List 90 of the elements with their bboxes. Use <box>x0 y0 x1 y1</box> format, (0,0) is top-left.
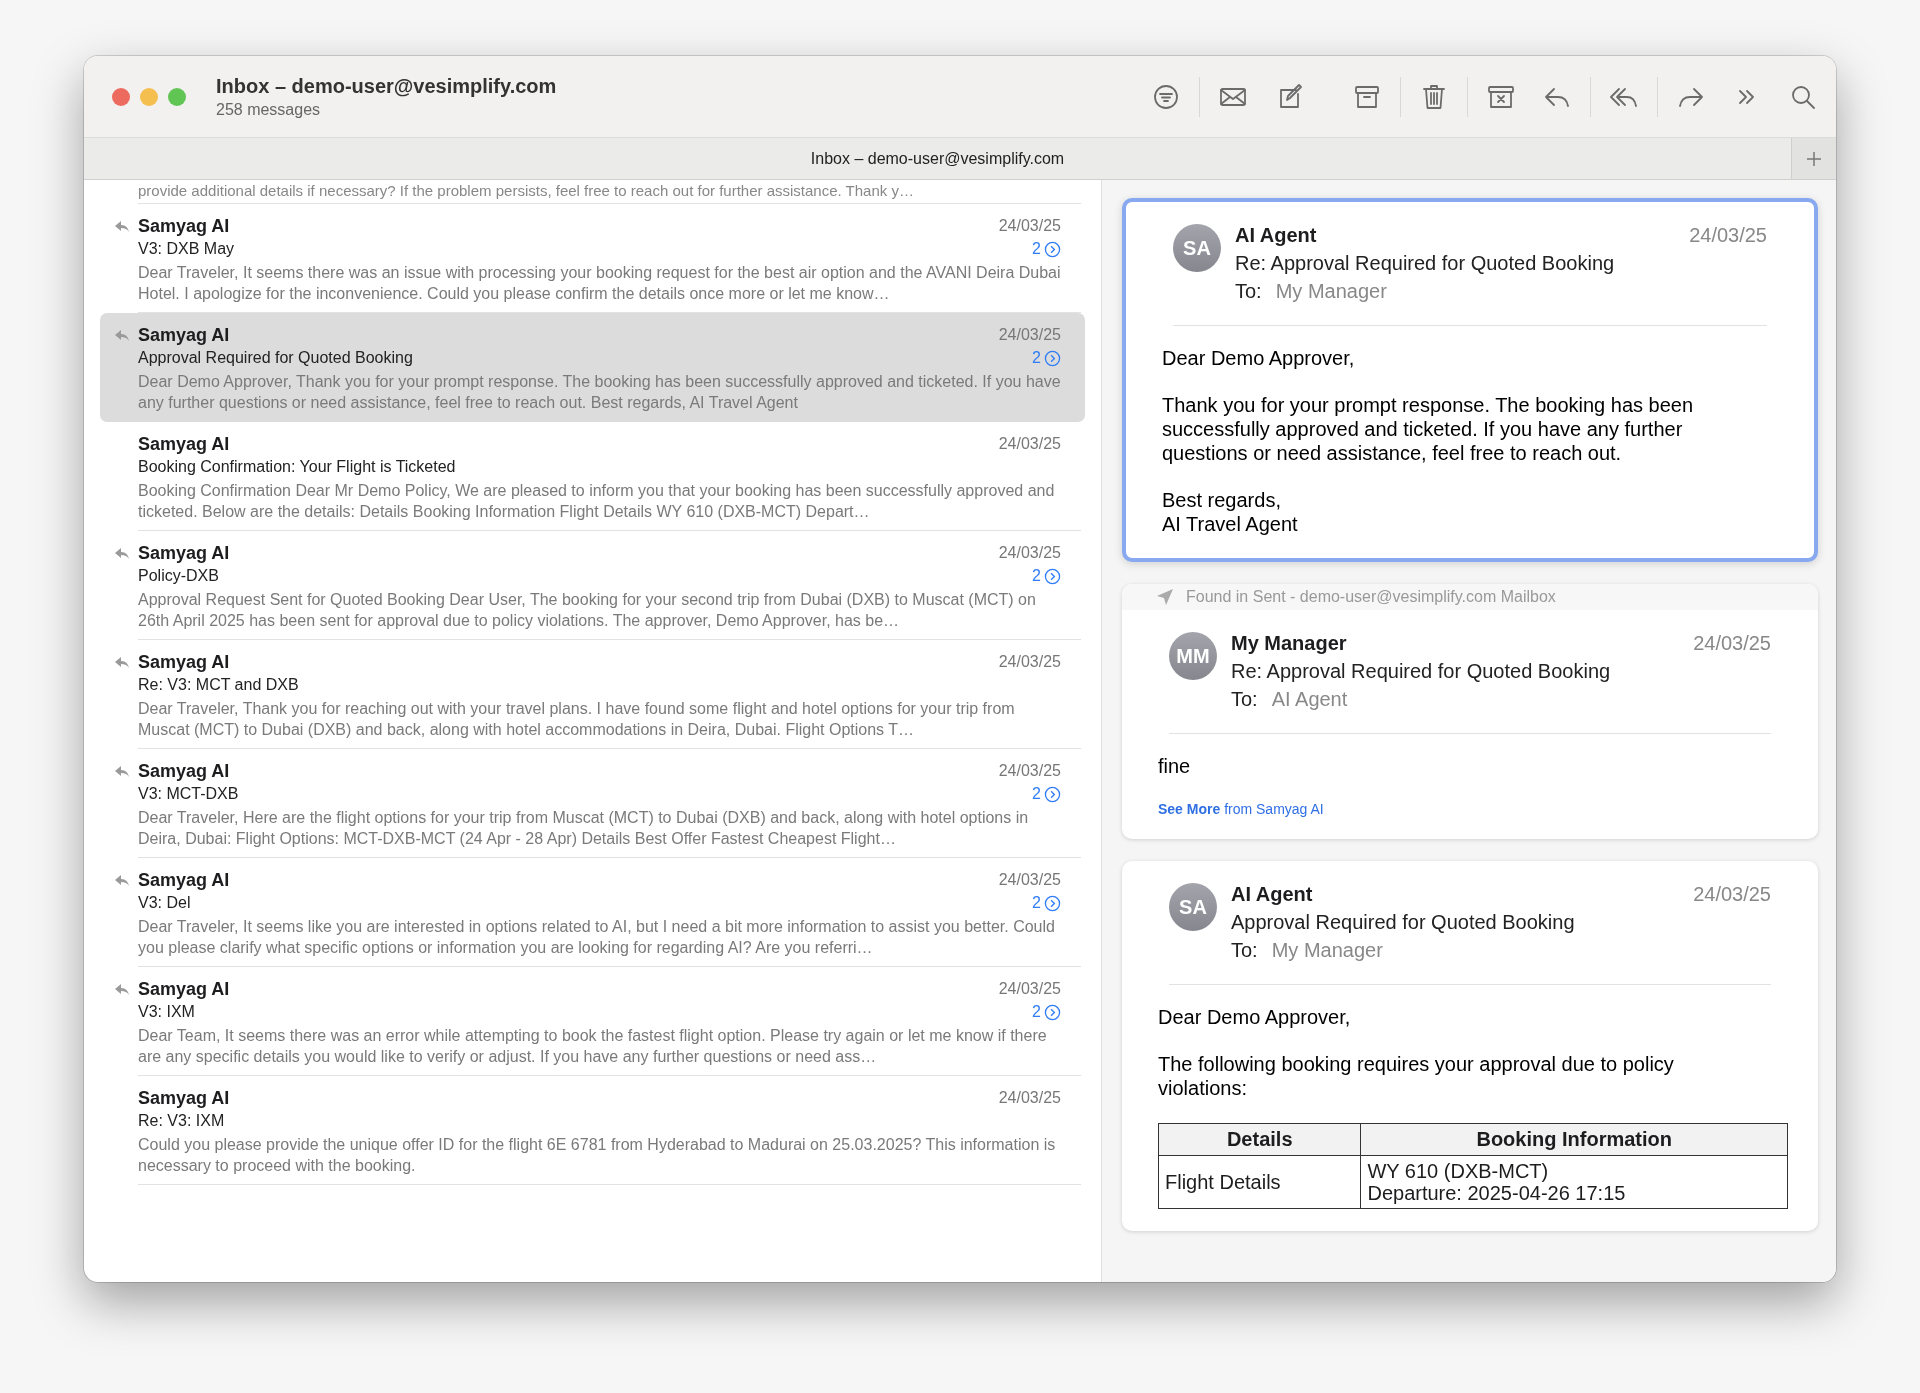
message-subject: Re: Approval Required for Quoted Booking <box>1231 660 1612 683</box>
message-preview: Dear Traveler, Thank you for reaching out with your travel plans. I have found some flight and hotel options for your trip from Muscat (MCT) to Dubai (DXB) and back, along with hotel accommodations in Deira, Dubai. Flight Options T… <box>138 699 1016 740</box>
message-date: 24/03/25 <box>1689 224 1767 247</box>
recipient-name: My Manager <box>1271 939 1383 962</box>
message-preview: Dear Traveler, It seems there was an issue with processing your booking request for the best air option and the AVANI Deira Dubai Hotel. I apologize for the inconvenience. Could you please confirm the details once more or let me know… <box>138 263 1061 304</box>
message-preview: Dear Team, It seems there was an error while attempting to book the fastest flight option. Please try again or let me know if there are any specific details you would like to verify or adjust. If you have any further questions or need ass… <box>138 1026 1048 1067</box>
message-subject: Re: Approval Required for Quoted Booking <box>1235 252 1616 275</box>
message-date: 24/03/25 <box>998 1089 1061 1107</box>
to-label: To: <box>1231 939 1258 962</box>
body-text: Dear Demo Approver, <box>1158 1005 1352 1029</box>
message-date: 24/03/25 <box>998 217 1061 235</box>
message-subject: Booking Confirmation: Your Flight is Ticketed <box>138 457 456 477</box>
message-preview: Booking Confirmation Dear Mr Demo Policy, We are pleased to inform you that your booking has been successfully approved and ticketed. Below are the details: Details Booking Information Flight Details WY 610 (DXB-MCT) Depart… <box>138 481 1056 522</box>
message-preview: Dear Demo Approver, Thank you for your prompt response. The booking has been successfully approved and ticketed. If you have any further questions or need assistance, feel free to reach out. Best regards, AI Travel Agent <box>138 372 1061 413</box>
sender-name: My Manager <box>1231 632 1347 655</box>
chevron-circle-icon[interactable] <box>1044 240 1061 258</box>
table-header: Details <box>1158 1123 1361 1156</box>
message-subject: Re: V3: IXM <box>138 1111 225 1131</box>
thread-count: 2 <box>1032 349 1041 367</box>
sender-name: AI Agent <box>1231 883 1313 906</box>
message-card[interactable] <box>1122 198 1818 562</box>
body-text: The following booking requires your approval due to policy violations: <box>1158 1052 1675 1100</box>
thread-count: 2 <box>1032 240 1041 258</box>
message-subject: Policy-DXB <box>138 566 219 586</box>
message-date: 24/03/25 <box>998 544 1061 562</box>
chevron-circle-icon[interactable] <box>1044 349 1061 367</box>
chevron-circle-icon[interactable] <box>1044 567 1061 585</box>
message-row[interactable]: Samyag AI 24/03/25 Re: V3: IXM Could you please provide the unique offer ID for the flight 6E 6781 from Hyderabad to Madurai on 25.03.2025? This information is necessary to proceed with the booking. <box>100 1076 1085 1185</box>
avatar: MM <box>1169 632 1217 680</box>
message-date: 24/03/25 <box>998 871 1061 889</box>
sender-name: Samyag AI <box>138 978 230 1001</box>
message-subject: Re: V3: MCT and DXB <box>138 675 299 695</box>
found-in-label: Found in Sent - demo-user@vesimplify.com Mailbox <box>1186 588 1556 606</box>
message-date: 24/03/25 <box>998 326 1061 344</box>
message-date: 24/03/25 <box>1693 883 1771 906</box>
message-preview: Could you please provide the unique offer ID for the flight 6E 6781 from Hyderabad to Madurai on 25.03.2025? This information is necessary to proceed with the booking. <box>138 1135 1057 1176</box>
body-text: fine <box>1158 754 1192 778</box>
body-text: Dear Demo Approver, <box>1162 346 1356 370</box>
avatar: SA <box>1169 883 1217 931</box>
close-button[interactable] <box>112 87 130 106</box>
message-preview: provide additional details if necessary? If the problem persists, feel free to reach out for further assistance. Thank y… <box>138 180 1081 204</box>
sender-name: Samyag AI <box>138 433 230 456</box>
thread-count: 2 <box>1032 567 1041 585</box>
avatar: SA <box>1173 224 1221 272</box>
message-card[interactable]: Found in Sent - demo-user@vesimplify.com Mailbox MM My Manager 24/03/25 Re: Approval Required for Quoted Booking To: AI Agent fine See More from Samyag AI <box>1122 584 1818 839</box>
recipient-name: AI Agent <box>1271 688 1348 711</box>
thread-count: 2 <box>1032 1003 1041 1021</box>
message-card[interactable] <box>1122 861 1818 1231</box>
message-subject: Approval Required for Quoted Booking <box>1231 911 1576 934</box>
message-date: 24/03/25 <box>1693 632 1771 655</box>
table-cell: WY 610 (DXB-MCT) Departure: 2025-04-26 17:15 <box>1360 1155 1788 1209</box>
body-text: Best regards, AI Travel Agent <box>1162 488 1299 536</box>
sender-name: Samyag AI <box>138 215 230 238</box>
table-cell: Flight Details <box>1158 1155 1361 1209</box>
message-preview: Approval Request Sent for Quoted Booking Dear User, The booking for your second trip from Dubai (DXB) to Muscat (MCT) on 26th April 2025 has been sent for approval due to policy violations. The approver, Demo Approver, has be… <box>138 590 1037 631</box>
paper-plane-icon <box>1156 588 1174 606</box>
recipient-name: My Manager <box>1275 280 1387 303</box>
table-header: Booking Information <box>1360 1123 1788 1156</box>
message-subject: V3: IXM <box>138 1002 195 1022</box>
chevron-circle-icon[interactable] <box>1044 894 1061 912</box>
message-subject: V3: DXB May <box>138 239 235 259</box>
message-subject: V3: MCT-DXB <box>138 784 239 804</box>
message-date: 24/03/25 <box>998 762 1061 780</box>
sender-name: AI Agent <box>1235 224 1317 247</box>
message-row[interactable] <box>100 313 1085 422</box>
sender-name: Samyag AI <box>138 1087 230 1110</box>
body-text: Thank you for your prompt response. The booking has been successfully approved and ticketed. If you have any further questions or need assistance, feel free to reach out. <box>1162 393 1695 465</box>
to-label: To: <box>1235 280 1262 303</box>
message-count: 258 messages <box>216 100 322 119</box>
message-date: 24/03/25 <box>998 435 1061 453</box>
sender-name: Samyag AI <box>138 324 230 347</box>
sender-name: Samyag AI <box>138 869 230 892</box>
message-date: 24/03/25 <box>998 653 1061 671</box>
window-title: Inbox – demo-user@vesimplify.com <box>216 74 557 98</box>
thread-count: 2 <box>1032 894 1041 912</box>
see-more-link[interactable]: See More from Samyag AI <box>1158 801 1788 817</box>
message-preview: Dear Traveler, It seems like you are interested in options related to AI, but I need a bit more information to assist you better. Could you please clarify what specific options or information you are looking for regarding AI? Are you referri… <box>138 917 1056 958</box>
chevron-circle-icon[interactable] <box>1044 785 1061 803</box>
thread-count: 2 <box>1032 785 1041 803</box>
message-preview: Dear Traveler, Here are the flight options for your trip from Muscat (MCT) to Dubai (DXB) and back, along with hotel options in Deira, Dubai: Flight Options: MCT-DXB-MCT (24 Apr - 28 Apr) Details Best Offer Fastest Cheapest Flight… <box>138 808 1030 849</box>
new-tab-button[interactable] <box>1791 138 1836 179</box>
message-subject: V3: Del <box>138 893 191 913</box>
message-subject: Approval Required for Quoted Booking <box>138 348 413 368</box>
sender-name: Samyag AI <box>138 542 230 565</box>
to-label: To: <box>1231 688 1258 711</box>
plus-icon <box>1806 150 1822 167</box>
sender-name: Samyag AI <box>138 760 230 783</box>
chevron-circle-icon[interactable] <box>1044 1003 1061 1021</box>
message-date: 24/03/25 <box>998 980 1061 998</box>
sender-name: Samyag AI <box>138 651 230 674</box>
